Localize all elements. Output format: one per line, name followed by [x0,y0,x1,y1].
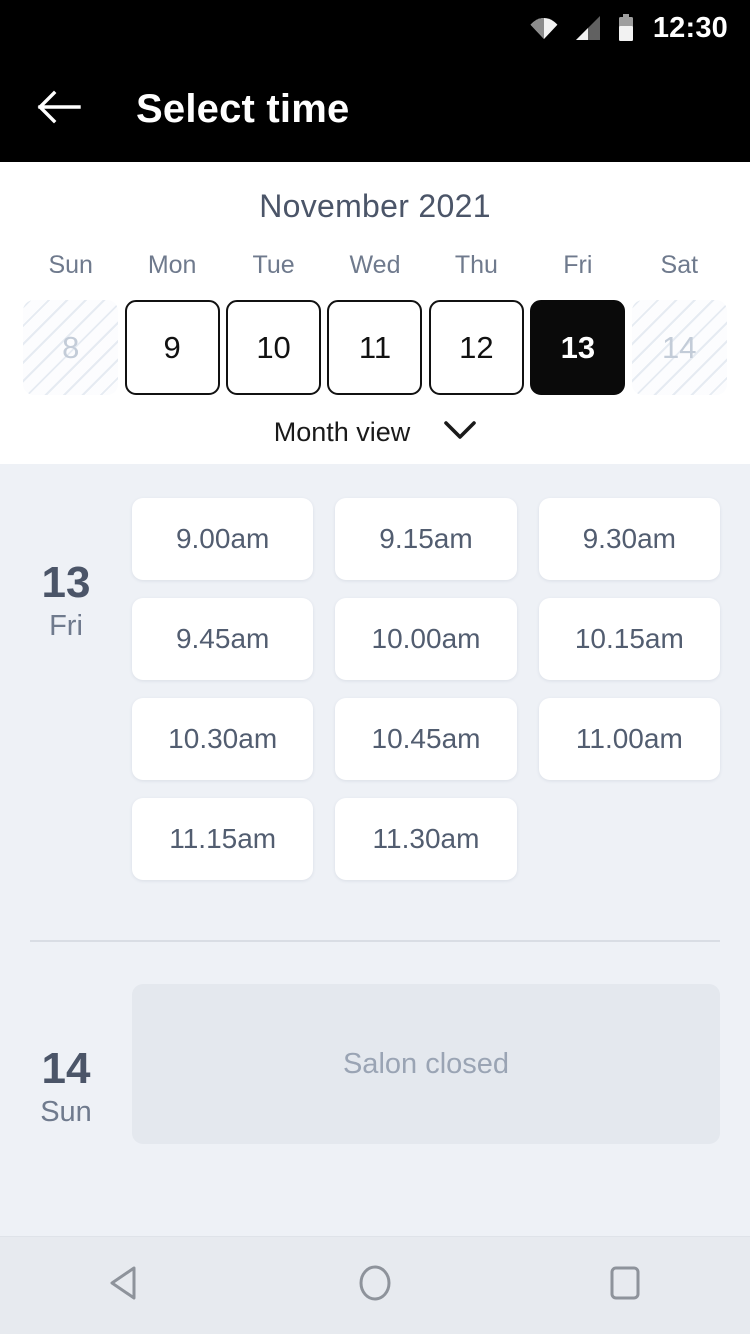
time-slot[interactable]: 10.15am [538,598,720,680]
time-slot[interactable]: 10.00am [335,598,517,680]
weekday-label: Sat [660,251,699,279]
calendar-day-9[interactable]: 9 [124,300,220,395]
back-arrow-icon [37,90,81,129]
schedule-day-number: 13 [41,558,91,607]
weekday-label: Fri [563,251,593,279]
month-view-toggle[interactable]: Month view [0,417,750,448]
time-slot[interactable]: 10.30am [132,698,314,780]
weekday-header-row: Sun Mon Tue Wed Thu Fri Sat [0,251,750,280]
weekday-label: Mon [147,251,197,279]
calendar-day-13[interactable]: 13 [530,300,626,395]
back-button[interactable] [28,78,90,140]
month-view-label: Month view [273,417,411,447]
calendar-day-14: 14 [631,300,727,395]
schedule-group-14: 14 Sun Salon closed [0,942,750,1144]
status-bar-clock: 12:30 [652,11,728,44]
time-slot[interactable]: 9.30am [538,498,720,580]
weekday-label: Wed [349,251,401,279]
schedule-day-of-week: Fri [49,610,83,643]
status-bar: 12:30 [0,0,750,56]
nav-back-button[interactable] [77,1250,173,1322]
android-nav-bar [0,1236,750,1334]
schedule-day-of-week: Sun [40,1096,92,1129]
app-bar: Select time [0,56,750,162]
nav-recents-icon [609,1265,641,1306]
time-slot[interactable]: 9.15am [335,498,517,580]
battery-icon [618,14,634,42]
chevron-down-icon [444,420,477,445]
schedule-day-number: 14 [41,1044,91,1093]
calendar-month-title: November 2021 [259,188,491,224]
time-slot[interactable]: 11.30am [335,798,517,880]
nav-back-icon [108,1265,142,1306]
schedule-list: 13 Fri 9.00am 9.15am 9.30am 9.45am 10.00… [0,464,750,1236]
salon-closed-card: Salon closed [132,984,720,1144]
wifi-icon [530,15,558,41]
calendar-days-row: 8 9 10 11 12 13 14 [0,300,750,395]
time-slot[interactable]: 10.45am [335,698,517,780]
time-slot[interactable]: 9.00am [132,498,314,580]
schedule-day-label: 13 Fri [0,498,132,880]
schedule-day-label: 14 Sun [0,984,132,1144]
calendar-panel: November 2021 Sun Mon Tue Wed Thu Fri Sa… [0,162,750,464]
time-slot-grid: 9.00am 9.15am 9.30am 9.45am 10.00am 10.1… [132,498,720,880]
calendar-day-11[interactable]: 11 [327,300,423,395]
calendar-day-10[interactable]: 10 [226,300,322,395]
page-title: Select time [136,86,350,131]
time-slot[interactable]: 11.15am [132,798,314,880]
schedule-group-13: 13 Fri 9.00am 9.15am 9.30am 9.45am 10.00… [0,464,750,880]
weekday-label: Thu [454,251,498,279]
nav-home-icon [357,1264,393,1307]
calendar-day-8: 8 [23,300,119,395]
signal-icon [575,15,601,41]
nav-recents-button[interactable] [577,1250,673,1322]
time-slot[interactable]: 9.45am [132,598,314,680]
calendar-day-12[interactable]: 12 [428,300,524,395]
nav-home-button[interactable] [327,1250,423,1322]
select-time-screen: 12:30 Select time November 2021 Sun Mon … [0,0,750,1334]
weekday-label: Tue [252,251,295,279]
weekday-label: Sun [48,251,93,279]
time-slot[interactable]: 11.00am [538,698,720,780]
